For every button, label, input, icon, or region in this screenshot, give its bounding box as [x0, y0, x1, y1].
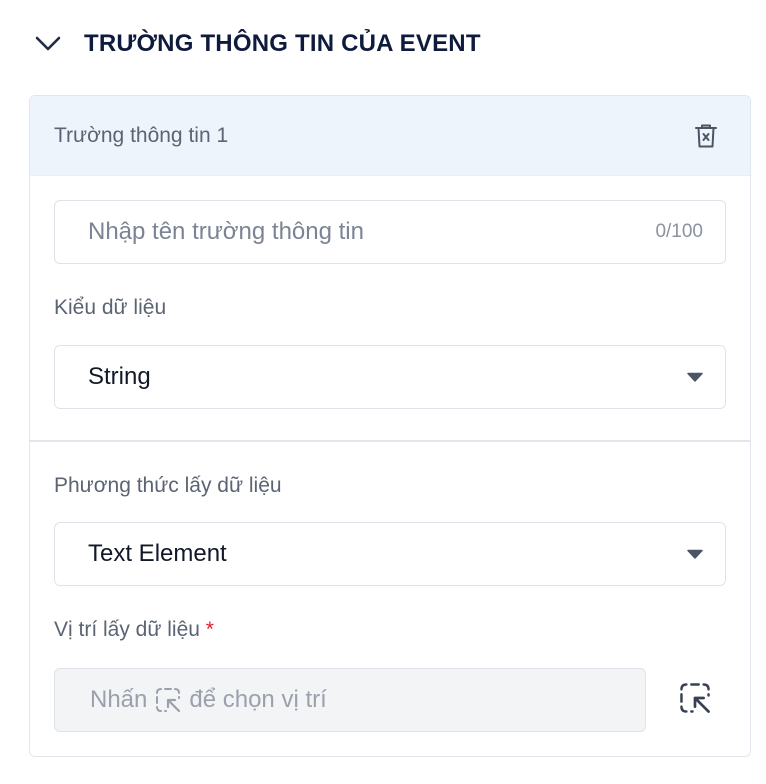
position-label: Vị trí lấy dữ liệu *	[54, 618, 214, 642]
element-picker-icon	[155, 687, 181, 713]
char-counter: 0/100	[655, 221, 703, 242]
field-name-input-box: 0/100	[54, 200, 726, 264]
required-mark: *	[205, 618, 214, 641]
element-picker-icon	[680, 683, 710, 713]
section-divider	[30, 440, 750, 442]
position-label-text: Vị trí lấy dữ liệu	[54, 618, 200, 641]
position-picker-field: Nhấn để chọn vị trí	[54, 668, 646, 732]
card-title: Trường thông tin 1	[54, 123, 229, 147]
card-header: Trường thông tin 1	[30, 96, 750, 176]
method-select[interactable]: Text Element	[54, 522, 726, 586]
caret-down-icon	[687, 372, 703, 382]
event-field-card: Trường thông tin 1 0/100 Kiểu dữ liệu St…	[29, 95, 751, 757]
data-type-value: String	[88, 363, 151, 390]
trash-icon	[695, 124, 717, 147]
section-header: TRƯỜNG THÔNG TIN CỦA EVENT	[34, 26, 481, 62]
hint-after: để chọn vị trí	[189, 686, 327, 713]
section-title: TRƯỜNG THÔNG TIN CỦA EVENT	[84, 30, 481, 57]
data-type-label: Kiểu dữ liệu	[54, 296, 167, 319]
data-type-select[interactable]: String	[54, 345, 726, 409]
delete-field-button[interactable]	[686, 116, 726, 156]
method-value: Text Element	[88, 540, 227, 567]
chevron-down-icon[interactable]	[34, 30, 62, 58]
method-label: Phương thức lấy dữ liệu	[54, 474, 282, 497]
caret-down-icon	[687, 549, 703, 559]
hint-before: Nhấn	[90, 686, 148, 713]
field-name-input[interactable]	[88, 218, 656, 246]
pick-element-button[interactable]	[678, 681, 712, 715]
